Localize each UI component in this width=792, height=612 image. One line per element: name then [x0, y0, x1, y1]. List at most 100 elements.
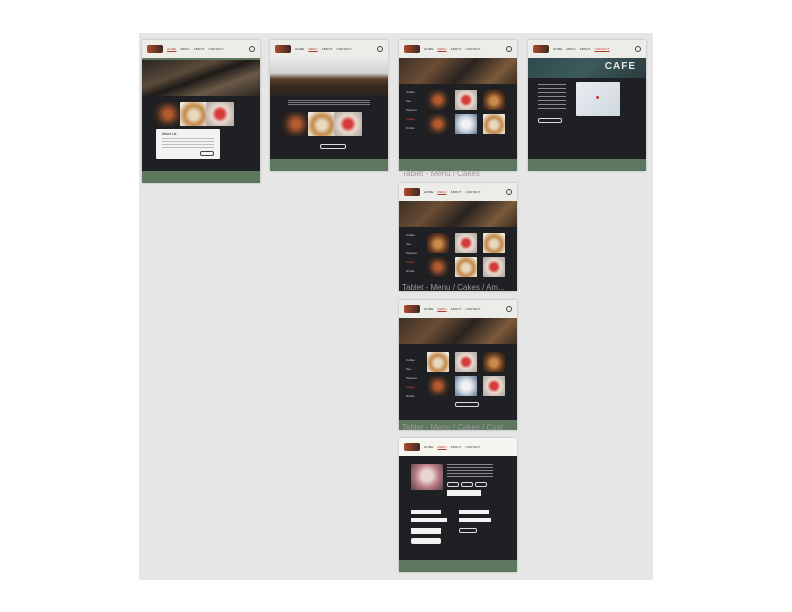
sidebar-item-drinks[interactable]: Drinks	[406, 394, 417, 398]
cake-item[interactable]	[455, 257, 477, 277]
frame-tablet-menu-cakes-2[interactable]: HOME MENU ABOUT CONTACT Coffee Tea Pastr…	[399, 300, 517, 430]
menu-body	[270, 96, 388, 171]
sidebar-item-tea[interactable]: Tea	[406, 242, 417, 246]
nav-menu[interactable]: MENU	[437, 190, 446, 194]
nav-about[interactable]: ABOUT	[451, 307, 462, 311]
nav-menu[interactable]: MENU	[566, 47, 575, 51]
nav-about[interactable]: ABOUT	[451, 190, 462, 194]
name-field[interactable]	[411, 510, 441, 514]
cake-item[interactable]	[455, 352, 477, 372]
sidebar-item-coffee[interactable]: Coffee	[406, 90, 417, 94]
sidebar-item-cakes[interactable]: Cakes	[406, 260, 417, 264]
nav-contact[interactable]: CONTACT	[594, 47, 609, 51]
cake-item[interactable]	[483, 376, 505, 396]
nav-menu[interactable]: MENU	[437, 445, 446, 449]
cake-item[interactable]	[455, 376, 477, 396]
cake-item[interactable]	[427, 257, 449, 277]
option-pill[interactable]	[461, 482, 473, 487]
cake-item[interactable]	[427, 114, 449, 134]
nav-about[interactable]: ABOUT	[451, 47, 462, 51]
submit-button[interactable]	[459, 528, 477, 533]
search-icon[interactable]	[506, 46, 512, 52]
nav-home[interactable]: HOME	[424, 307, 433, 311]
cake-item[interactable]	[427, 376, 449, 396]
menu-item[interactable]	[282, 112, 310, 136]
sidebar-item-coffee[interactable]: Coffee	[406, 233, 417, 237]
sidebar-item-pastries[interactable]: Pastries	[406, 108, 417, 112]
view-more-button[interactable]	[455, 402, 479, 407]
sidebar-item-pastries[interactable]: Pastries	[406, 251, 417, 255]
sidebar-item-coffee[interactable]: Coffee	[406, 358, 417, 362]
nav-menu[interactable]: MENU	[308, 47, 317, 51]
cake-item[interactable]	[483, 233, 505, 253]
cake-item[interactable]	[427, 233, 449, 253]
nav-contact[interactable]: CONTACT	[208, 47, 223, 51]
option-pill[interactable]	[475, 482, 487, 487]
frame-menu[interactable]: HOME MENU ABOUT CONTACT	[270, 40, 388, 171]
view-more-button[interactable]	[320, 144, 346, 149]
nav-home[interactable]: HOME	[424, 190, 433, 194]
featured-item[interactable]	[154, 102, 182, 126]
nav-home[interactable]: HOME	[295, 47, 304, 51]
frame-contact[interactable]: HOME MENU ABOUT CONTACT CAFE	[528, 40, 646, 171]
cake-item[interactable]	[483, 114, 505, 134]
frame-home[interactable]: HOME MENU ABOUT CONTACT About Us	[142, 40, 260, 183]
nav-menu[interactable]: MENU	[437, 47, 446, 51]
cake-item[interactable]	[483, 352, 505, 372]
time-field[interactable]	[411, 538, 441, 544]
cake-item[interactable]	[427, 352, 449, 372]
cake-item[interactable]	[483, 90, 505, 110]
nav-about[interactable]: ABOUT	[451, 445, 462, 449]
nav-menu[interactable]: MENU	[437, 307, 446, 311]
about-title: About Us	[162, 132, 177, 136]
option-pill[interactable]	[447, 482, 459, 487]
nav-contact[interactable]: CONTACT	[336, 47, 351, 51]
email-field[interactable]	[459, 510, 489, 514]
nav-contact[interactable]: CONTACT	[465, 190, 480, 194]
search-icon[interactable]	[506, 306, 512, 312]
menu-item[interactable]	[334, 112, 362, 136]
nav-about[interactable]: ABOUT	[580, 47, 591, 51]
nav-home[interactable]: HOME	[553, 47, 562, 51]
search-icon[interactable]	[249, 46, 255, 52]
menu-item[interactable]	[308, 112, 336, 136]
sidebar-item-cakes[interactable]: Cakes	[406, 117, 417, 121]
main-nav: HOME MENU ABOUT CONTACT	[424, 445, 480, 449]
nav-home[interactable]: HOME	[167, 47, 176, 51]
search-icon[interactable]	[506, 189, 512, 195]
frame-tablet-cake-detail[interactable]: HOME MENU ABOUT CONTACT	[399, 438, 517, 572]
directions-button[interactable]	[538, 118, 562, 123]
nav-home[interactable]: HOME	[424, 445, 433, 449]
frame-tablet-menu-cakes[interactable]: HOME MENU ABOUT CONTACT Coffee Tea Pastr…	[399, 183, 517, 291]
nav-about[interactable]: ABOUT	[322, 47, 333, 51]
cake-item[interactable]	[483, 257, 505, 277]
size-input[interactable]	[447, 490, 481, 496]
sidebar-item-tea[interactable]: Tea	[406, 99, 417, 103]
nav-contact[interactable]: CONTACT	[465, 47, 480, 51]
featured-item[interactable]	[206, 102, 234, 126]
frame-menu-cakes[interactable]: HOME MENU ABOUT CONTACT Coffee Tea Pastr…	[399, 40, 517, 171]
notes-field[interactable]	[459, 518, 491, 522]
sidebar-item-cakes[interactable]: Cakes	[406, 385, 417, 389]
sidebar-item-drinks[interactable]: Drinks	[406, 126, 417, 130]
nav-about[interactable]: ABOUT	[194, 47, 205, 51]
contact-info-placeholder	[538, 84, 566, 112]
about-button[interactable]	[200, 151, 214, 156]
nav-contact[interactable]: CONTACT	[465, 445, 480, 449]
featured-item[interactable]	[180, 102, 208, 126]
nav-menu[interactable]: MENU	[180, 47, 189, 51]
date-field[interactable]	[411, 528, 441, 534]
map[interactable]	[576, 82, 620, 116]
cake-item[interactable]	[455, 114, 477, 134]
sidebar-item-tea[interactable]: Tea	[406, 367, 417, 371]
nav-home[interactable]: HOME	[424, 47, 433, 51]
cake-item[interactable]	[427, 90, 449, 110]
cake-item[interactable]	[455, 233, 477, 253]
phone-field[interactable]	[411, 518, 447, 522]
cake-item[interactable]	[455, 90, 477, 110]
sidebar-item-pastries[interactable]: Pastries	[406, 376, 417, 380]
search-icon[interactable]	[377, 46, 383, 52]
nav-contact[interactable]: CONTACT	[465, 307, 480, 311]
sidebar-item-drinks[interactable]: Drinks	[406, 269, 417, 273]
search-icon[interactable]	[635, 46, 641, 52]
